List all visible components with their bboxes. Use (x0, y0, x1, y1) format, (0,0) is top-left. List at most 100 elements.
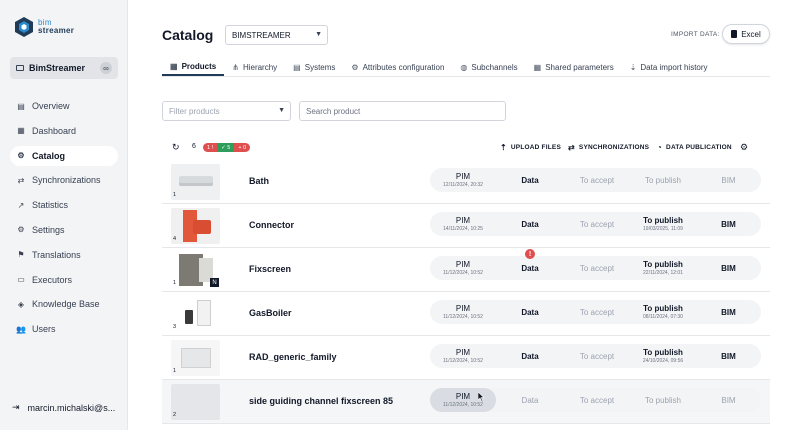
stage-to-accept[interactable]: To accept (564, 300, 630, 324)
tab-shared-parameters[interactable]: ▦ Shared parameters (526, 58, 622, 76)
stage-bim-label: BIM (721, 351, 736, 361)
stage-bim[interactable]: BIM (696, 212, 761, 236)
tab-hierarchy[interactable]: ⋔ Hierarchy (224, 58, 285, 76)
product-thumbnail[interactable]: 1 (171, 164, 220, 200)
user-menu[interactable]: ⇥ marcin.michalski@s... (12, 402, 115, 413)
stage-data[interactable]: Data (496, 212, 564, 236)
stage-bim[interactable]: BIM (696, 168, 761, 192)
warning-icon[interactable]: ! (525, 249, 535, 259)
stage-data[interactable]: Data (496, 168, 564, 192)
stage-to-publish[interactable]: To publish (630, 168, 696, 192)
stage-pim[interactable]: PIM 12/11/2024, 20:32 (430, 168, 496, 192)
sidebar-item-statistics[interactable]: ↗ Statistics (10, 195, 118, 215)
stage-to-accept[interactable]: To accept (564, 344, 630, 368)
stage-data-label: Data (521, 395, 539, 405)
gear-icon[interactable]: ⚙ (740, 142, 748, 153)
stage-to-publish[interactable]: To publish 22/11/2024, 12:01 (630, 256, 696, 280)
table-row[interactable]: 3 GasBoiler PIM 11/12/2024, 10:52 Data To acc… (162, 292, 770, 336)
synchronizations-button[interactable]: ⇄ SYNCHRONIZATIONS (568, 143, 649, 152)
stage-data[interactable]: Data (496, 344, 564, 368)
sidebar-item-label: Knowledge Base (32, 299, 100, 310)
product-thumbnail[interactable]: 1N (171, 252, 220, 288)
stage-bim[interactable]: BIM (696, 388, 761, 412)
sidebar-item-knowledge-base[interactable]: ◈ Knowledge Base (10, 294, 118, 314)
product-name[interactable]: GasBoiler (249, 308, 292, 318)
sidebar-item-dashboard[interactable]: ▦ Dashboard (10, 121, 118, 141)
stage-pim[interactable]: PIM 11/12/2024, 10:52 (430, 344, 496, 368)
logo[interactable]: bim streamer (14, 16, 74, 38)
table-row[interactable]: 4 Connector PIM 14/11/2024, 10:25 Data To acc… (162, 204, 770, 248)
bath-thumbnail-shape (179, 176, 213, 186)
product-name[interactable]: Fixscreen (249, 264, 291, 274)
product-thumbnail[interactable]: 1 (171, 340, 220, 376)
table-row[interactable]: 1 N Fixscreen PIM 11/12/2024, 10:52 Data! To a… (162, 248, 770, 292)
data-publication-button[interactable]: ◔ DATA PUBLICATION (657, 143, 732, 152)
stage-pim[interactable]: PIM 11/12/2024, 10:52 (430, 300, 496, 324)
sidebar-item-catalog[interactable]: ⚙ Catalog (10, 145, 118, 166)
product-pipeline: PIM 14/11/2024, 10:25 Data To accept To publ… (430, 212, 761, 236)
synchronizations-label: SYNCHRONIZATIONS (578, 144, 650, 151)
table-row[interactable]: 1 Bath PIM 12/11/2024, 20:32 Data To accept To… (162, 160, 770, 204)
table-row[interactable]: 1 RAD_generic_family PIM 11/12/2024, 10:52 D… (162, 336, 770, 380)
stage-to-publish[interactable]: To publish (630, 388, 696, 412)
tab-label: Data import history (640, 62, 708, 72)
upload-icon: ⇡ (500, 143, 507, 152)
sidebar-item-users[interactable]: 👥 Users (10, 319, 118, 339)
stage-pim[interactable]: PIM 11/12/2024, 10:52 (430, 388, 496, 412)
stage-pim-date: 11/12/2024, 10:52 (443, 270, 483, 276)
stage-bim-label: BIM (721, 307, 736, 317)
logout-icon[interactable]: ⇥ (12, 402, 20, 413)
status-badge[interactable]: + 0 (234, 143, 251, 152)
product-thumbnail[interactable]: 2 (171, 384, 220, 420)
sidebar-item-settings[interactable]: ⚙ Settings (10, 220, 118, 240)
stage-pim[interactable]: PIM 14/11/2024, 10:25 (430, 212, 496, 236)
product-name[interactable]: Connector (249, 220, 294, 230)
workspace-switcher[interactable]: BimStreamer ∞ (10, 57, 118, 79)
stage-to-accept[interactable]: To accept (564, 168, 630, 192)
stage-to-publish[interactable]: To publish 19/03/2025, 11:09 (630, 212, 696, 236)
stage-to-accept-label: To accept (579, 175, 615, 185)
stage-to-accept[interactable]: To accept (564, 212, 630, 236)
flag-icon: ⚑ (17, 250, 25, 260)
stage-bim[interactable]: BIM (696, 300, 761, 324)
tab-systems[interactable]: ▤ Systems (285, 58, 343, 76)
refresh-icon[interactable]: ↻ (172, 142, 180, 153)
tab-products[interactable]: ▦ Products (162, 58, 225, 76)
systems-icon: ▤ (293, 62, 301, 72)
tab-data-import-history[interactable]: ⇣ Data import history (622, 58, 716, 76)
sidebar-item-executors[interactable]: ▭ Executors (10, 270, 118, 290)
product-name[interactable]: Bath (249, 176, 269, 186)
stage-to-accept-label: To accept (579, 263, 615, 273)
status-badge[interactable]: 1 ! (203, 143, 218, 152)
stage-to-publish[interactable]: To publish 24/10/2024, 09:56 (630, 344, 696, 368)
sidebar-item-synchronizations[interactable]: ⇄ Synchronizations (10, 170, 118, 190)
stage-pim[interactable]: PIM 11/12/2024, 10:52 (430, 256, 496, 280)
product-pipeline: PIM 11/12/2024, 10:52 Data To accept To publ… (430, 344, 761, 368)
search-product-input[interactable]: Search product (299, 101, 506, 121)
tab-attributes-configuration[interactable]: ⚙ Attributes configuration (343, 58, 452, 76)
excel-import-button[interactable]: Excel (722, 24, 770, 44)
product-thumbnail[interactable]: 3 (171, 296, 220, 332)
sidebar-item-overview[interactable]: ▤ Overview (10, 96, 118, 116)
stage-data[interactable]: Data (496, 300, 564, 324)
stage-bim[interactable]: BIM (696, 344, 761, 368)
stage-data[interactable]: Data (496, 388, 564, 412)
stage-to-publish[interactable]: To publish 08/11/2024, 07:30 (630, 300, 696, 324)
status-badge[interactable]: ✓ 5 (217, 143, 235, 152)
table-row[interactable]: 2 side guiding channel fixscreen 85 PIM 11/… (162, 380, 770, 424)
product-name[interactable]: side guiding channel fixscreen 85 (249, 396, 393, 406)
stage-to-accept[interactable]: To accept (564, 388, 630, 412)
catalog-select[interactable]: BIMSTREAMER ▼ (225, 25, 328, 45)
stage-bim[interactable]: BIM (696, 256, 761, 280)
stage-data[interactable]: Data! (496, 249, 564, 280)
filter-products-select[interactable]: Filter products ▼ (162, 101, 291, 121)
tab-subchannels[interactable]: ◍ Subchannels (452, 58, 525, 76)
document-icon (731, 30, 738, 38)
stage-to-accept[interactable]: To accept (564, 256, 630, 280)
product-name[interactable]: RAD_generic_family (249, 352, 337, 362)
link-icon[interactable]: ∞ (100, 62, 112, 74)
sidebar-item-translations[interactable]: ⚑ Translations (10, 245, 118, 265)
product-thumbnail[interactable]: 4 (171, 208, 220, 244)
upload-files-button[interactable]: ⇡ UPLOAD FILES (500, 143, 561, 152)
stage-to-publish-date: 08/11/2024, 07:30 (643, 314, 683, 320)
